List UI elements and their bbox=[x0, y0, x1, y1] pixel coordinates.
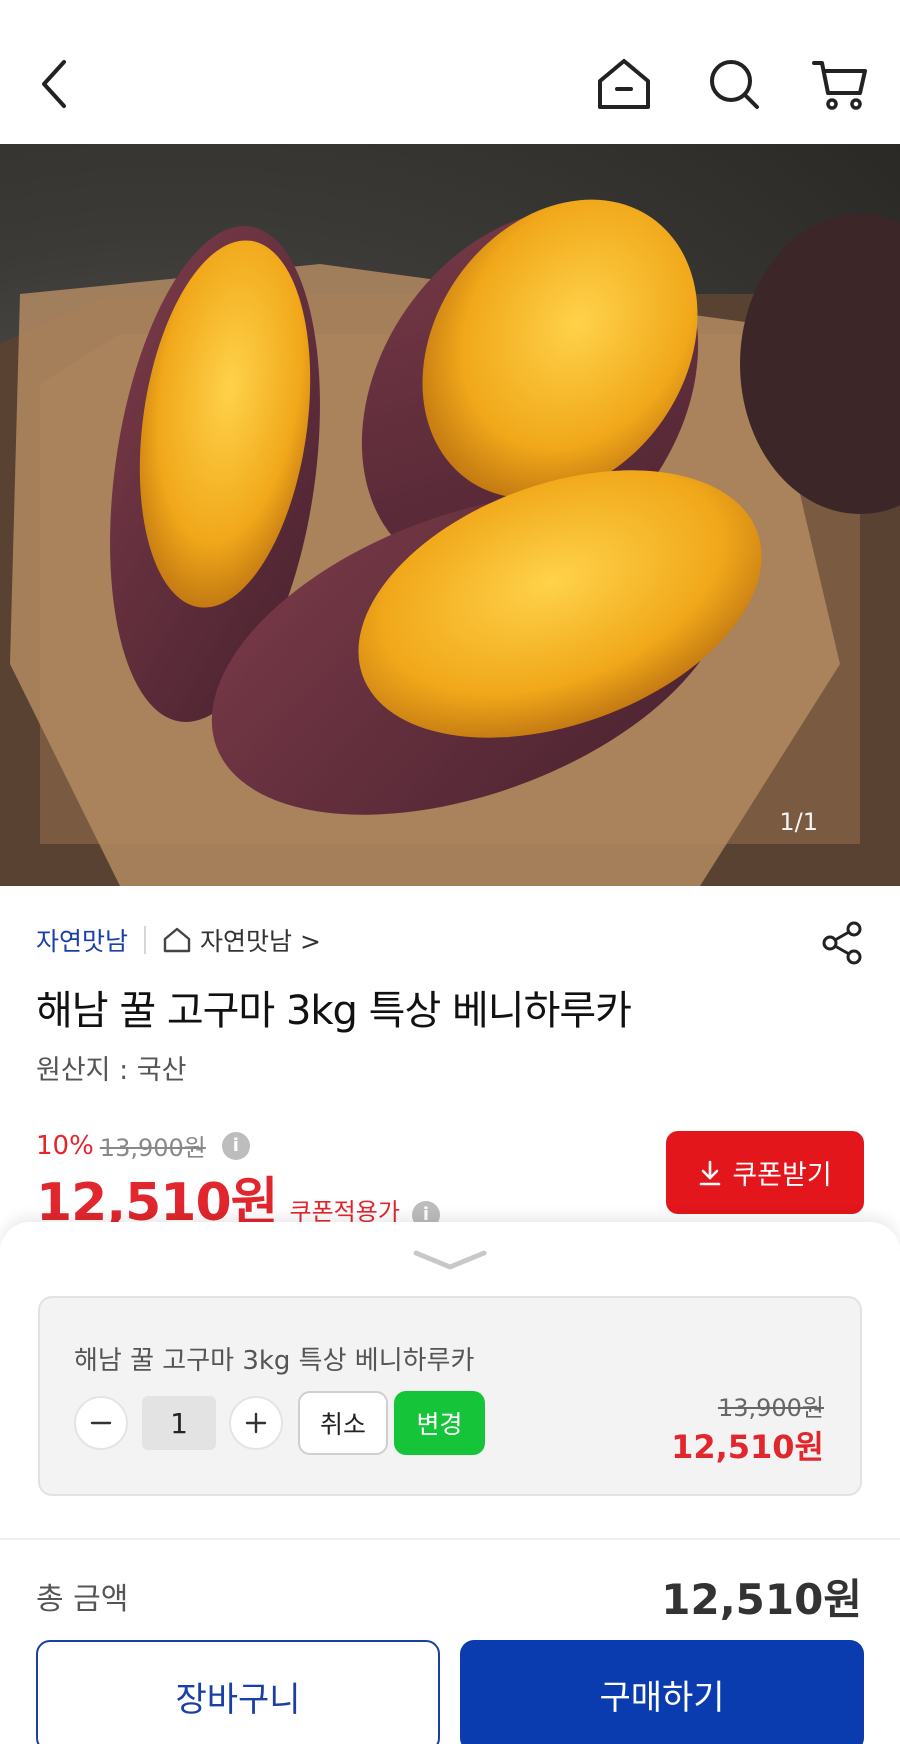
share-button[interactable] bbox=[820, 920, 866, 966]
store-row: 자연맛남 자연맛남 > bbox=[36, 922, 321, 958]
chevron-down-icon bbox=[413, 1250, 487, 1270]
image-counter: 1/1 bbox=[779, 808, 818, 836]
increase-quantity-button[interactable] bbox=[229, 1396, 283, 1450]
search-icon bbox=[710, 60, 759, 109]
info-icon[interactable]: i bbox=[221, 1131, 250, 1160]
get-coupon-button[interactable]: 쿠폰받기 bbox=[666, 1131, 864, 1214]
plus-icon bbox=[245, 1412, 267, 1434]
search-button[interactable] bbox=[702, 52, 766, 116]
share-icon bbox=[822, 921, 862, 965]
change-button[interactable]: 변경 bbox=[394, 1391, 485, 1455]
discount-rate: 10% bbox=[36, 1130, 94, 1161]
discount-row: 10% 13,900원 i bbox=[36, 1128, 250, 1163]
home-button[interactable] bbox=[592, 52, 656, 116]
product-image-carousel[interactable]: 1/1 bbox=[0, 144, 900, 886]
download-icon bbox=[700, 1160, 721, 1185]
minus-icon bbox=[90, 1421, 112, 1425]
chevron-left-icon bbox=[42, 60, 66, 108]
product-image bbox=[0, 199, 900, 886]
store-home-link[interactable]: 자연맛남 > bbox=[162, 922, 321, 958]
add-to-cart-button[interactable]: 장바구니 bbox=[36, 1640, 440, 1744]
option-price: 12,510원 bbox=[671, 1428, 824, 1466]
cart-icon bbox=[812, 61, 867, 110]
option-name: 해남 꿀 고구마 3kg 특상 베니하루카 bbox=[74, 1346, 475, 1376]
product-origin: 원산지 : 국산 bbox=[36, 1055, 187, 1086]
original-price: 13,900원 bbox=[99, 1134, 206, 1162]
option-original-price: 13,900원 bbox=[717, 1394, 824, 1422]
divider bbox=[0, 1538, 900, 1540]
back-button[interactable] bbox=[22, 52, 86, 116]
home-icon bbox=[598, 59, 650, 109]
total-amount: 12,510원 bbox=[661, 1575, 862, 1624]
store-name[interactable]: 자연맛남 bbox=[36, 922, 128, 958]
decrease-quantity-button[interactable] bbox=[74, 1396, 128, 1450]
total-label: 총 금액 bbox=[36, 1582, 129, 1617]
home-icon bbox=[163, 927, 191, 953]
cancel-button[interactable]: 취소 bbox=[298, 1391, 388, 1455]
buy-now-button[interactable]: 구매하기 bbox=[460, 1640, 864, 1744]
divider bbox=[144, 926, 147, 954]
store-link-label: 자연맛남 > bbox=[200, 927, 321, 956]
get-coupon-label: 쿠폰받기 bbox=[732, 1160, 832, 1191]
collapse-sheet-button[interactable] bbox=[412, 1248, 488, 1272]
cart-button[interactable] bbox=[808, 52, 872, 116]
product-title: 해남 꿀 고구마 3kg 특상 베니하루카 bbox=[36, 988, 632, 1034]
top-bar bbox=[0, 0, 900, 144]
quantity-input[interactable]: 1 bbox=[142, 1396, 216, 1450]
